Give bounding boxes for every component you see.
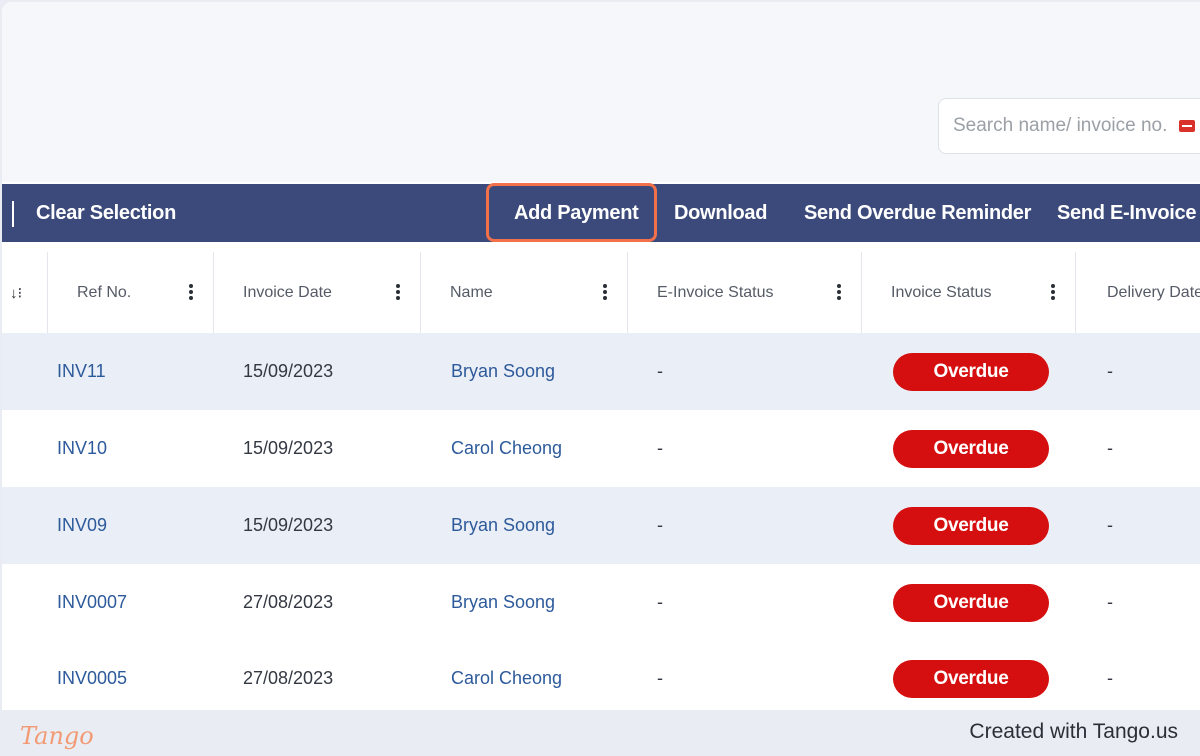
table-row[interactable]: INV11 15/09/2023 Bryan Soong - Overdue - (2, 333, 1200, 410)
invoice-date: 27/08/2023 (243, 668, 334, 688)
column-header-delivery-date[interactable]: Delivery Date (1076, 252, 1200, 334)
table-row[interactable]: INV0005 27/08/2023 Carol Cheong - Overdu… (2, 640, 1200, 710)
delivery-date: - (1107, 668, 1113, 688)
table-header: ↓⁝ Ref No. Invoice Date Name E-Invoice S… (2, 252, 1200, 334)
sort-column-header[interactable]: ↓⁝ (2, 252, 48, 334)
ref-no-link[interactable]: INV10 (57, 410, 107, 487)
send-overdue-reminder-button[interactable]: Send Overdue Reminder (804, 184, 1031, 242)
column-header-label: E-Invoice Status (657, 284, 774, 301)
invoice-page: Clear Selection Add Payment Download Sen… (2, 2, 1200, 710)
overdue-badge: Overdue (893, 352, 1049, 391)
sort-icon[interactable]: ↓⁝ (2, 284, 22, 302)
invoice-date: 15/09/2023 (243, 438, 334, 458)
add-payment-button[interactable]: Add Payment (514, 184, 639, 242)
einvoice-status: - (657, 515, 663, 535)
column-header-ref-no[interactable]: Ref No. (48, 252, 214, 334)
einvoice-status: - (657, 592, 663, 612)
customer-name-link[interactable]: Bryan Soong (451, 487, 555, 564)
invoice-date: 27/08/2023 (243, 592, 334, 612)
column-header-einvoice-status[interactable]: E-Invoice Status (628, 252, 862, 334)
einvoice-status: - (657, 668, 663, 688)
invoice-status-cell: Overdue (893, 410, 1049, 487)
table-row[interactable]: INV09 15/09/2023 Bryan Soong - Overdue - (2, 487, 1200, 564)
column-menu-icon[interactable] (396, 284, 400, 300)
send-einvoice-button[interactable]: Send E-Invoice (1057, 184, 1196, 242)
delivery-date: - (1107, 592, 1113, 612)
invoice-date: 15/09/2023 (243, 515, 334, 535)
einvoice-status: - (657, 438, 663, 458)
column-header-name[interactable]: Name (421, 252, 628, 334)
invoice-date: 15/09/2023 (243, 361, 334, 381)
customer-name-link[interactable]: Bryan Soong (451, 564, 555, 641)
ref-no-link[interactable]: INV09 (57, 487, 107, 564)
column-header-label: Name (450, 284, 493, 301)
column-header-label: Invoice Status (891, 284, 992, 301)
ref-no-link[interactable]: INV0005 (57, 640, 127, 710)
customer-name-link[interactable]: Carol Cheong (451, 640, 562, 710)
delivery-date: - (1107, 438, 1113, 458)
column-header-label: Invoice Date (243, 284, 332, 301)
page-header-area (2, 2, 1200, 182)
invoice-status-cell: Overdue (893, 333, 1049, 410)
bulk-action-bar: Clear Selection Add Payment Download Sen… (2, 184, 1200, 242)
einvoice-status: - (657, 361, 663, 381)
download-button[interactable]: Download (674, 184, 767, 242)
invoice-status-cell: Overdue (893, 487, 1049, 564)
invoice-status-cell: Overdue (893, 640, 1049, 710)
action-bar-divider (12, 201, 14, 227)
column-header-label: Ref No. (77, 284, 132, 301)
column-header-label: Delivery Date (1107, 284, 1200, 301)
keyboard-icon[interactable] (1179, 120, 1195, 132)
ref-no-link[interactable]: INV11 (57, 333, 106, 410)
overdue-badge: Overdue (893, 429, 1049, 468)
tango-logo: Tango (20, 722, 94, 750)
column-header-invoice-status[interactable]: Invoice Status (862, 252, 1076, 334)
invoice-status-cell: Overdue (893, 564, 1049, 641)
search-box[interactable] (938, 98, 1200, 154)
column-menu-icon[interactable] (189, 284, 193, 300)
overdue-badge: Overdue (893, 583, 1049, 622)
customer-name-link[interactable]: Carol Cheong (451, 410, 562, 487)
table-row[interactable]: INV10 15/09/2023 Carol Cheong - Overdue … (2, 410, 1200, 487)
tango-footer: Tango Created with Tango.us (0, 710, 1200, 756)
delivery-date: - (1107, 515, 1113, 535)
column-menu-icon[interactable] (1051, 284, 1055, 300)
table-row[interactable]: INV0007 27/08/2023 Bryan Soong - Overdue… (2, 564, 1200, 641)
delivery-date: - (1107, 361, 1113, 381)
column-menu-icon[interactable] (603, 284, 607, 300)
search-input[interactable] (953, 115, 1179, 137)
tango-credit: Created with Tango.us (969, 720, 1178, 743)
clear-selection-button[interactable]: Clear Selection (36, 184, 176, 242)
overdue-badge: Overdue (893, 506, 1049, 545)
ref-no-link[interactable]: INV0007 (57, 564, 127, 641)
column-menu-icon[interactable] (837, 284, 841, 300)
column-header-invoice-date[interactable]: Invoice Date (214, 252, 421, 334)
customer-name-link[interactable]: Bryan Soong (451, 333, 555, 410)
overdue-badge: Overdue (893, 659, 1049, 698)
